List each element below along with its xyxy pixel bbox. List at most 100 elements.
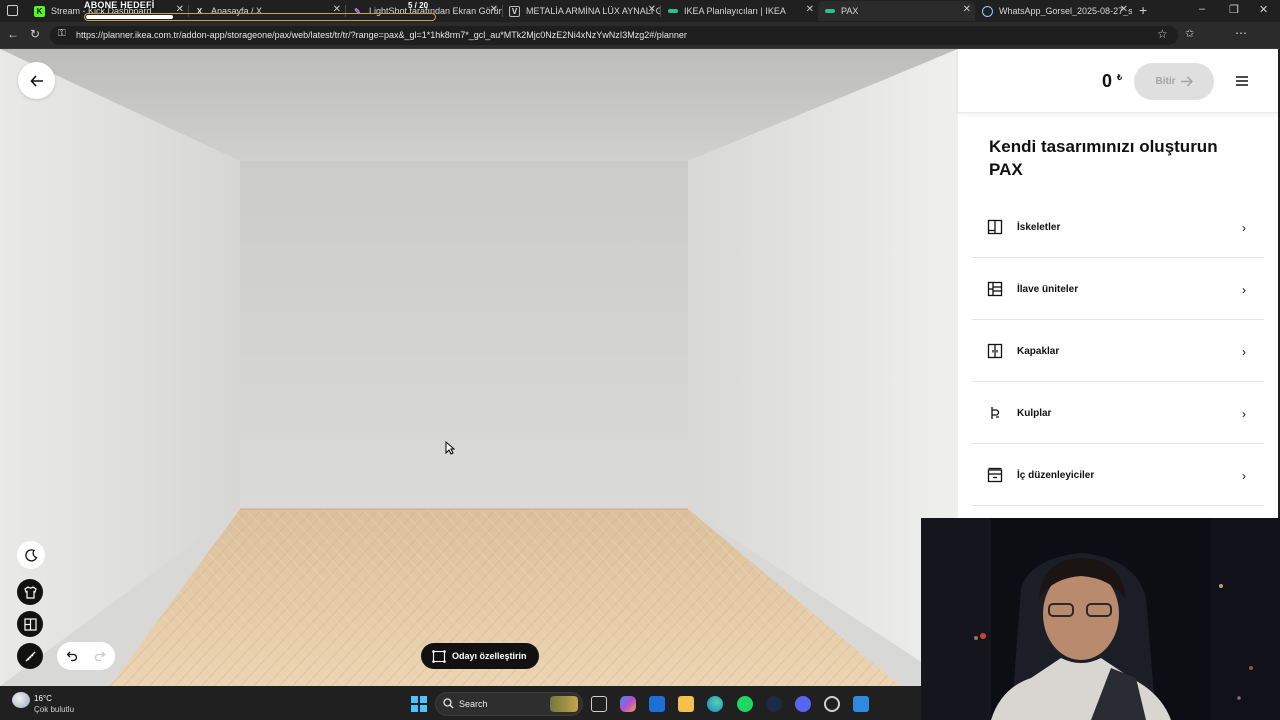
search-label: Search (459, 699, 488, 709)
back-button[interactable] (18, 62, 55, 99)
category-frames[interactable]: İskeletler › (972, 196, 1264, 258)
close-icon[interactable]: ✕ (806, 4, 814, 15)
store-icon[interactable] (649, 696, 665, 712)
back-icon[interactable]: ← (7, 27, 19, 41)
room-render (0, 49, 958, 686)
weather-icon[interactable] (12, 692, 30, 708)
snipping-tool-icon[interactable] (853, 696, 869, 712)
organizer-icon (987, 467, 1003, 483)
wardrobe-style-button[interactable] (17, 579, 43, 605)
url-text[interactable]: https://planner.ikea.com.tr/addon-app/st… (76, 30, 687, 40)
undo-redo-group (57, 642, 115, 670)
restore-icon[interactable]: ❐ (1229, 3, 1239, 16)
tab-label: METALİA ARMİNA LÜX AYNALI G (526, 6, 660, 16)
tab-actions-icon[interactable] (7, 5, 18, 16)
frame-icon (987, 219, 1003, 235)
customize-room-label: Odayı özelleştirin (452, 651, 527, 661)
weather-temperature[interactable]: 16°C (34, 694, 52, 703)
layout-icon (23, 617, 37, 631)
room-shape-icon (432, 649, 446, 663)
chevron-right-icon: › (1242, 221, 1246, 235)
browser-tab-bar: K Stream - Kick Dashboard ✕ X Anasayfa /… (0, 0, 1280, 22)
chevron-right-icon: › (1242, 283, 1246, 297)
more-options-icon[interactable]: ⋯ (1235, 26, 1247, 40)
edge-icon[interactable] (707, 696, 723, 712)
close-icon[interactable]: ✕ (490, 4, 498, 15)
search-highlight-icon (550, 696, 578, 712)
total-price: 0 (1102, 71, 1113, 91)
file-explorer-icon[interactable] (678, 696, 694, 712)
add-units-icon (987, 281, 1003, 297)
arrow-right-icon (1180, 76, 1193, 87)
v-favicon-icon: V (509, 5, 520, 17)
reload-icon[interactable]: ↻ (30, 27, 40, 41)
category-label: İlave üniteler (1017, 284, 1079, 295)
category-handles[interactable]: Kulplar › (972, 382, 1264, 444)
kick-favicon-icon: K (34, 5, 45, 17)
currency-symbol: ₺ (1117, 73, 1123, 82)
finish-label: Bitir (1155, 76, 1176, 87)
customize-room-button[interactable]: Odayı özelleştirin (421, 643, 539, 669)
category-add-units[interactable]: İlave üniteler › (972, 258, 1264, 320)
category-doors[interactable]: Kapaklar › (972, 320, 1264, 382)
webcam-overlay (921, 518, 1280, 720)
subscriber-goal-label: ABONE HEDEFİ (84, 0, 155, 10)
moon-icon (24, 548, 37, 561)
close-icon[interactable]: ✕ (963, 4, 971, 15)
category-label: İç düzenleyiciler (1017, 470, 1095, 481)
copilot-taskbar-icon[interactable] (620, 696, 636, 712)
new-tab-icon[interactable]: + (1139, 2, 1147, 18)
start-icon[interactable] (411, 696, 427, 712)
handle-icon (991, 407, 1000, 419)
star-icon[interactable]: ☆ (1157, 27, 1168, 41)
tab-label: PAX (841, 6, 859, 16)
day-night-toggle[interactable] (17, 541, 45, 569)
hamburger-menu-icon[interactable] (1232, 72, 1252, 90)
tab-ikea-planners[interactable]: IKEA Planlayıcıları | IKEA ✕ (661, 1, 818, 21)
chevron-right-icon: › (1242, 407, 1246, 421)
close-icon[interactable]: ✕ (1120, 4, 1128, 15)
steam-icon[interactable] (766, 696, 782, 712)
category-label: Kapaklar (1017, 346, 1060, 357)
shirt-icon (23, 585, 37, 599)
room-3d-view[interactable] (0, 49, 958, 686)
category-interior-organizers[interactable]: İç düzenleyiciler › (972, 444, 1264, 506)
finish-button[interactable]: Bitir (1134, 63, 1214, 100)
category-label: Kulplar (1017, 408, 1052, 419)
search-icon (443, 698, 454, 709)
chevron-right-icon: › (1242, 345, 1246, 359)
category-label: İskeletler (1017, 222, 1061, 233)
task-view-icon[interactable] (591, 696, 607, 712)
mouse-cursor-icon (445, 441, 455, 455)
redo-icon[interactable] (94, 650, 106, 662)
favorites-icon[interactable]: ✩ (1185, 27, 1194, 40)
webcam-feed (921, 518, 1280, 720)
chevron-right-icon: › (1242, 469, 1246, 483)
globe-favicon-icon (982, 5, 993, 17)
minimize-icon[interactable]: – (1199, 3, 1205, 15)
measure-button[interactable] (17, 643, 43, 669)
close-window-icon[interactable]: ✕ (1259, 3, 1268, 16)
tab-label: WhatsApp_Gorsel_2025-08-27_s (999, 6, 1132, 16)
subscriber-goal-fill (86, 15, 173, 19)
ikea-favicon-icon (824, 6, 835, 17)
ikea-favicon-icon (667, 6, 678, 17)
close-icon[interactable]: ✕ (648, 4, 656, 15)
layout-view-button[interactable] (17, 611, 43, 637)
tab-pax[interactable]: PAX ✕ (818, 1, 975, 21)
tab-label: IKEA Planlayıcıları | IKEA (684, 6, 786, 16)
tab-whatsapp-image[interactable]: WhatsApp_Gorsel_2025-08-27_s ✕ (976, 1, 1132, 21)
discord-icon[interactable] (795, 696, 811, 712)
spotify-icon[interactable] (737, 696, 753, 712)
arrow-left-icon (29, 74, 43, 87)
settings-icon[interactable] (824, 696, 840, 712)
weather-description[interactable]: Çok bulutlu (34, 705, 74, 714)
tab-metalia[interactable]: V METALİA ARMİNA LÜX AYNALI G ✕ (503, 1, 660, 21)
undo-icon[interactable] (66, 650, 78, 662)
panel-title: Kendi tasarımınızı oluşturun PAX (989, 137, 1218, 179)
address-bar: ← ↻ ⚿ https://planner.ikea.com.tr/addon-… (0, 22, 1280, 65)
site-info-icon[interactable]: ⚿ (58, 28, 66, 39)
subscriber-goal-count: 5 / 20 (408, 1, 429, 10)
ruler-icon (25, 651, 35, 661)
doors-icon (987, 343, 1003, 359)
